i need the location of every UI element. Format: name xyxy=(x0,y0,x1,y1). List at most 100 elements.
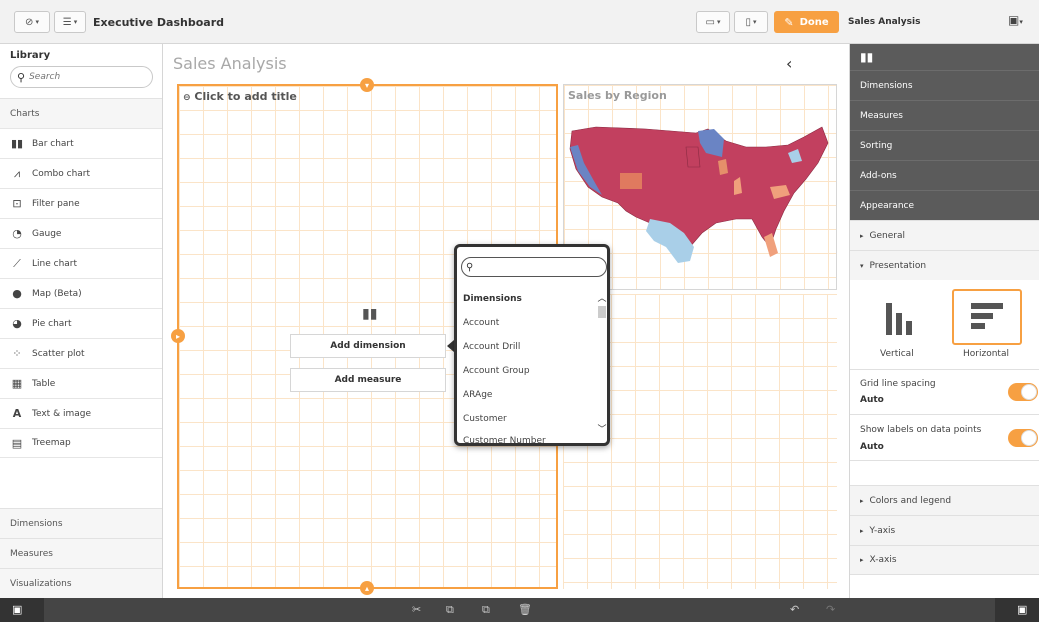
popup-pointer xyxy=(447,340,454,352)
resize-handle-top[interactable]: ▾ xyxy=(360,78,374,92)
popup-item-account-group[interactable]: Account Group xyxy=(463,366,530,376)
scatter-plot-icon: ⁘ xyxy=(12,347,22,360)
show-labels-toggle[interactable] xyxy=(1008,429,1038,447)
popup-list: Dimensions Account Account Drill Account… xyxy=(457,287,607,443)
tab-add-ons[interactable]: Add-ons xyxy=(850,160,1039,190)
section-general[interactable]: ▸ General xyxy=(850,220,1039,250)
divider xyxy=(850,414,1039,415)
divider xyxy=(850,369,1039,370)
done-button[interactable]: ✎ Done xyxy=(774,11,839,33)
section-colors-legend[interactable]: ▸ Colors and legend xyxy=(850,485,1039,515)
show-labels-value[interactable]: Auto xyxy=(860,442,884,452)
chevron-down-icon: ▾ xyxy=(35,18,39,26)
orientation-horizontal-option[interactable] xyxy=(952,289,1022,345)
treemap-icon: ▤ xyxy=(11,436,23,450)
section-presentation[interactable]: ▾ Presentation xyxy=(850,250,1039,280)
chart-item-text-image[interactable]: A Text & image xyxy=(0,398,162,428)
grid-line-spacing-value[interactable]: Auto xyxy=(860,395,884,405)
bar-chart-icon: ▮▮ xyxy=(10,137,24,150)
chevron-down-icon: ▾ xyxy=(73,18,78,26)
pie-chart-icon: ◕ xyxy=(12,317,22,330)
chart-item-map[interactable]: ● Map (Beta) xyxy=(0,278,162,308)
placeholder-title-text: Click to add title xyxy=(194,90,297,103)
cut-icon[interactable]: ✂ xyxy=(412,603,421,616)
chart-item-bar-chart[interactable]: ▮▮ Bar chart xyxy=(0,128,162,158)
toggle-library-button[interactable]: ▣ xyxy=(0,598,44,622)
table-icon: ▦ xyxy=(11,377,23,390)
chart-item-pie-chart[interactable]: ◕ Pie chart xyxy=(0,308,162,338)
collapse-arrow-icon[interactable]: ‹ xyxy=(786,54,792,73)
orientation-vertical-option[interactable] xyxy=(865,289,935,345)
tab-dimensions[interactable]: Dimensions xyxy=(850,70,1039,100)
resize-handle-left[interactable]: ▸ xyxy=(171,329,185,343)
add-dimension-button[interactable]: Add dimension xyxy=(290,334,446,358)
popup-item-customer-number[interactable]: Customer Number xyxy=(463,436,546,443)
add-measure-button[interactable]: Add measure xyxy=(290,368,446,392)
section-visualizations[interactable]: Visualizations xyxy=(0,568,162,598)
grid-line-spacing-toggle[interactable] xyxy=(1008,383,1038,401)
chart-item-label: Filter pane xyxy=(32,198,80,209)
scroll-down-icon[interactable]: ﹀ xyxy=(597,422,607,435)
chart-item-filter-pane[interactable]: ⊡ Filter pane xyxy=(0,188,162,218)
presentation-button[interactable]: ▭ ▾ xyxy=(696,11,730,33)
popup-scrollbar[interactable]: ︿ ﹀ xyxy=(597,291,607,441)
popup-item-account-drill[interactable]: Account Drill xyxy=(463,342,520,352)
scroll-thumb[interactable] xyxy=(598,306,606,318)
chart-item-label: Treemap xyxy=(32,438,71,448)
panel-toggle-icon: ▣ xyxy=(1017,603,1028,616)
popup-item-account[interactable]: Account xyxy=(463,318,499,328)
chevron-right-icon: ▸ xyxy=(860,556,864,564)
chart-item-treemap[interactable]: ▤ Treemap xyxy=(0,428,162,458)
chart-item-label: Pie chart xyxy=(32,318,72,329)
chart-item-table[interactable]: ▦ Table xyxy=(0,368,162,398)
chart-item-label: Table xyxy=(32,378,56,389)
map-region-great-plains xyxy=(685,146,701,168)
horizontal-bars-icon xyxy=(971,303,1003,329)
chevron-down-icon: ▾ xyxy=(860,261,864,270)
section-measures[interactable]: Measures xyxy=(0,538,162,568)
bar-chart-placeholder-icon: ▮▮ xyxy=(362,306,378,322)
device-icon[interactable]: ▣▾ xyxy=(1008,13,1023,27)
paste-icon[interactable]: ⧉ xyxy=(482,603,490,617)
tab-appearance[interactable]: Appearance xyxy=(850,190,1039,220)
vertical-bars-icon xyxy=(886,303,912,335)
map-region-main xyxy=(569,126,829,248)
dimension-picker-popup[interactable]: ⚲ Dimensions Account Account Drill Accou… xyxy=(454,244,610,446)
map-title: Sales by Region xyxy=(568,89,667,102)
popup-search[interactable]: ⚲ xyxy=(461,257,607,277)
combo-chart-icon: ⩘ xyxy=(13,166,21,180)
redo-icon[interactable]: ↷ xyxy=(826,603,835,616)
tab-sorting[interactable]: Sorting xyxy=(850,130,1039,160)
bookmark-icon: ▯ xyxy=(745,16,751,28)
library-search-input[interactable] xyxy=(29,72,140,82)
chart-title-placeholder[interactable]: ⊖ Click to add title xyxy=(183,90,297,103)
tab-measures[interactable]: Measures xyxy=(850,100,1039,130)
chart-item-scatter-plot[interactable]: ⁘ Scatter plot xyxy=(0,338,162,368)
popup-search-input[interactable] xyxy=(476,262,587,272)
global-menu-button[interactable]: ☰ ▾ xyxy=(54,11,86,33)
popup-header: Dimensions xyxy=(463,294,522,304)
popup-item-arage[interactable]: ARAge xyxy=(463,390,492,400)
scroll-up-icon[interactable]: ︿ xyxy=(597,291,607,304)
grid-line-spacing-label: Grid line spacing xyxy=(860,379,936,389)
toggle-properties-button[interactable]: ▣ xyxy=(995,598,1039,622)
section-dimensions[interactable]: Dimensions xyxy=(0,508,162,538)
library-search[interactable]: ⚲ xyxy=(10,66,153,88)
toggle-knob xyxy=(1021,384,1037,400)
chart-item-line-chart[interactable]: ⟋ Line chart xyxy=(0,248,162,278)
copy-icon[interactable]: ⧉ xyxy=(446,603,454,617)
popup-item-customer[interactable]: Customer xyxy=(463,414,507,424)
section-y-axis[interactable]: ▸ Y-axis xyxy=(850,515,1039,545)
bookmark-button[interactable]: ▯ ▾ xyxy=(734,11,768,33)
navigation-menu-button[interactable]: ⊘ ▾ xyxy=(14,11,50,33)
section-x-axis[interactable]: ▸ X-axis xyxy=(850,545,1039,575)
delete-icon[interactable]: 🗑 xyxy=(518,603,532,616)
section-charts[interactable]: Charts xyxy=(0,98,162,128)
sheet-name: Sales Analysis xyxy=(848,17,921,27)
undo-icon[interactable]: ↶ xyxy=(790,603,799,616)
library-panel: Library ⚲ Charts ▮▮ Bar chart ⩘ Combo char… xyxy=(0,44,163,598)
chart-item-combo-chart[interactable]: ⩘ Combo chart xyxy=(0,158,162,188)
chart-item-label: Combo chart xyxy=(32,168,91,179)
chart-item-gauge[interactable]: ◔ Gauge xyxy=(0,218,162,248)
resize-handle-bottom[interactable]: ▴ xyxy=(360,581,374,595)
